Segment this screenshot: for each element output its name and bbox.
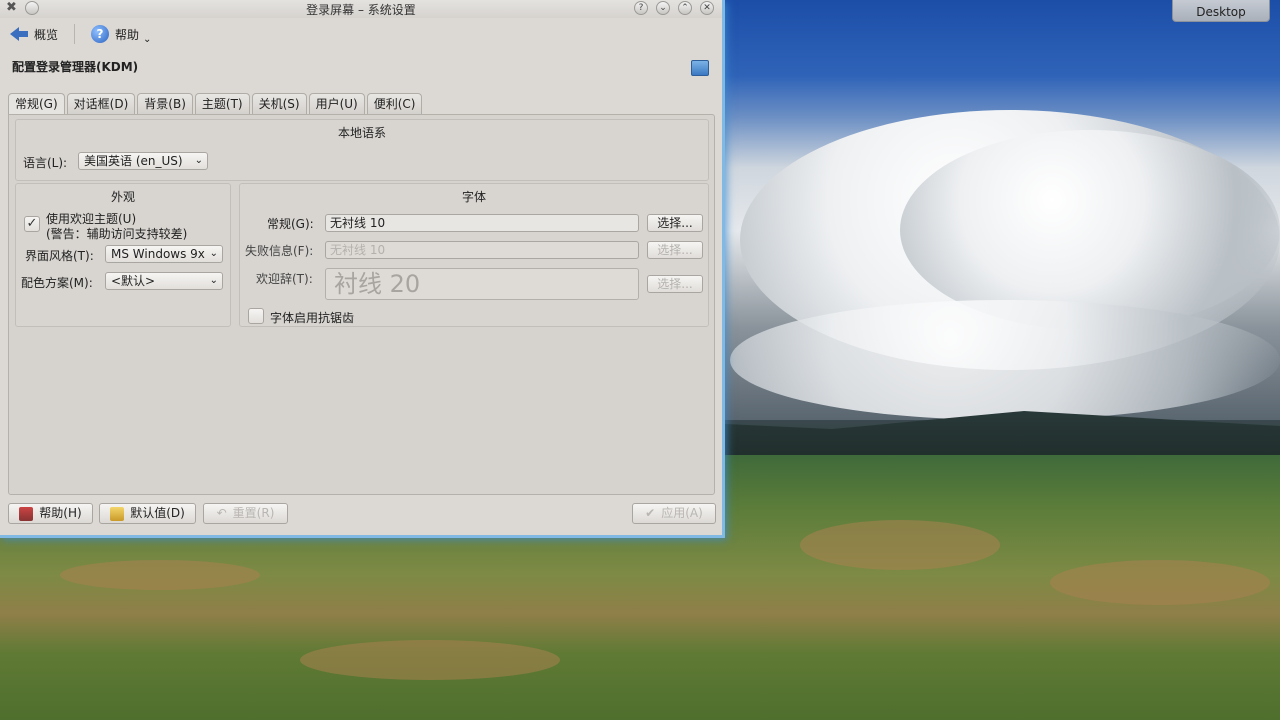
minimize-button[interactable]: ⌄	[656, 1, 670, 15]
wallpaper-patch	[300, 640, 560, 680]
overview-button[interactable]: 概览	[6, 24, 62, 45]
help-button[interactable]: 帮助(H)	[8, 503, 93, 524]
choose-fail-font-button: 选择...	[647, 241, 703, 259]
color-scheme-label: 配色方案(M):	[21, 276, 93, 290]
defaults-button[interactable]: 默认值(D)	[99, 503, 196, 524]
page-title: 配置登录管理器(KDM)	[12, 60, 139, 74]
antialias-label: 字体启用抗锯齿	[270, 311, 355, 325]
wallpaper-patch	[800, 520, 1000, 570]
greeting-font-label: 欢迎辞(T):	[256, 272, 313, 286]
tab-theme[interactable]: 主题(T)	[194, 93, 250, 115]
defaults-button-label: 默认值(D)	[130, 506, 185, 520]
welcome-theme-note: (警告：辅助访问支持较差)	[46, 227, 188, 241]
monitor-icon	[691, 60, 709, 76]
chevron-down-icon: ⌄	[209, 275, 218, 286]
tab-shutdown[interactable]: 关机(S)	[251, 93, 307, 115]
button-bar: 帮助(H) 默认值(D) ↶ 重置(R) ✔ 应用(A)	[8, 503, 718, 525]
welcome-theme-checkbox[interactable]: ✓	[24, 216, 40, 232]
close-button[interactable]: ✕	[700, 1, 714, 15]
language-label: 语言(L):	[23, 156, 68, 170]
locale-group-title: 本地语系	[337, 126, 386, 140]
undo-icon: ↶	[216, 506, 227, 520]
fonts-group-title: 字体	[461, 190, 486, 204]
title-bar[interactable]: ✖ 登录屏幕 – 系统设置 ? ⌄ ⌃ ✕	[0, 0, 722, 18]
help-title-button[interactable]: ?	[634, 1, 648, 15]
general-font-label: 常规(G):	[267, 217, 314, 231]
broom-icon	[110, 506, 125, 521]
check-icon: ✔	[645, 506, 656, 520]
reset-button-label: 重置(R)	[232, 506, 275, 520]
help-label: 帮助	[115, 27, 140, 42]
color-scheme-select[interactable]: <默认> ⌄	[105, 272, 223, 290]
chevron-down-icon: ⌄	[209, 248, 218, 259]
desktop-button[interactable]: Desktop	[1172, 0, 1270, 22]
greeting-font-field: 衬线 20	[325, 268, 639, 300]
wallpaper-patch	[1050, 560, 1270, 605]
back-arrow-icon	[10, 27, 28, 41]
reset-button: ↶ 重置(R)	[203, 503, 288, 524]
tab-content-general: 本地语系 语言(L): 美国英语 (en_US) ⌄ 外观 ✓ 使用欢迎主题(U…	[8, 114, 715, 495]
maximize-button[interactable]: ⌃	[678, 1, 692, 15]
wallpaper-cloud	[730, 300, 1280, 420]
help-button-label: 帮助(H)	[39, 506, 82, 520]
help-icon: ?	[91, 25, 110, 43]
appearance-group-title: 外观	[110, 190, 135, 204]
chevron-down-icon: ⌄	[143, 33, 152, 45]
tab-dialog[interactable]: 对话框(D)	[66, 93, 136, 115]
help-book-icon	[19, 506, 34, 521]
tab-convenience[interactable]: 便利(C)	[366, 93, 423, 115]
system-settings-window: ✖ 登录屏幕 – 系统设置 ? ⌄ ⌃ ✕ 概览 ? 帮助 ⌄ 配置登录管理器(…	[0, 0, 725, 538]
help-menu-button[interactable]: ? 帮助 ⌄	[87, 22, 155, 47]
fail-font-label: 失败信息(F):	[245, 244, 314, 258]
toolbar-separator	[74, 24, 76, 44]
chevron-down-icon: ⌄	[194, 155, 203, 166]
tab-background[interactable]: 背景(B)	[137, 93, 193, 115]
fail-font-field: 无衬线 10	[325, 241, 639, 259]
antialias-checkbox[interactable]	[248, 308, 264, 324]
choose-greeting-font-button: 选择...	[647, 275, 703, 293]
general-font-field[interactable]: 无衬线 10	[325, 214, 639, 232]
fonts-group: 字体 常规(G): 无衬线 10 选择... 失败信息(F): 无衬线 10 选…	[239, 183, 709, 327]
wallpaper-patch	[60, 560, 260, 590]
style-label: 界面风格(T):	[25, 249, 94, 263]
appearance-group: 外观 ✓ 使用欢迎主题(U) (警告：辅助访问支持较差) 界面风格(T): MS…	[15, 183, 231, 327]
choose-general-font-button[interactable]: 选择...	[647, 214, 703, 232]
apply-button: ✔ 应用(A)	[632, 503, 716, 524]
locale-group: 本地语系 语言(L): 美国英语 (en_US) ⌄	[15, 119, 709, 181]
tab-bar: 常规(G) 对话框(D) 背景(B) 主题(T) 关机(S) 用户(U) 便利(…	[8, 93, 423, 117]
overview-label: 概览	[34, 27, 59, 42]
language-select[interactable]: 美国英语 (en_US) ⌄	[78, 152, 208, 170]
tab-users[interactable]: 用户(U)	[308, 93, 365, 115]
style-select[interactable]: MS Windows 9x ⌄	[105, 245, 223, 263]
apply-button-label: 应用(A)	[661, 506, 703, 520]
toolbar: 概览 ? 帮助 ⌄	[6, 20, 155, 48]
window-title: 登录屏幕 – 系统设置	[306, 3, 416, 17]
